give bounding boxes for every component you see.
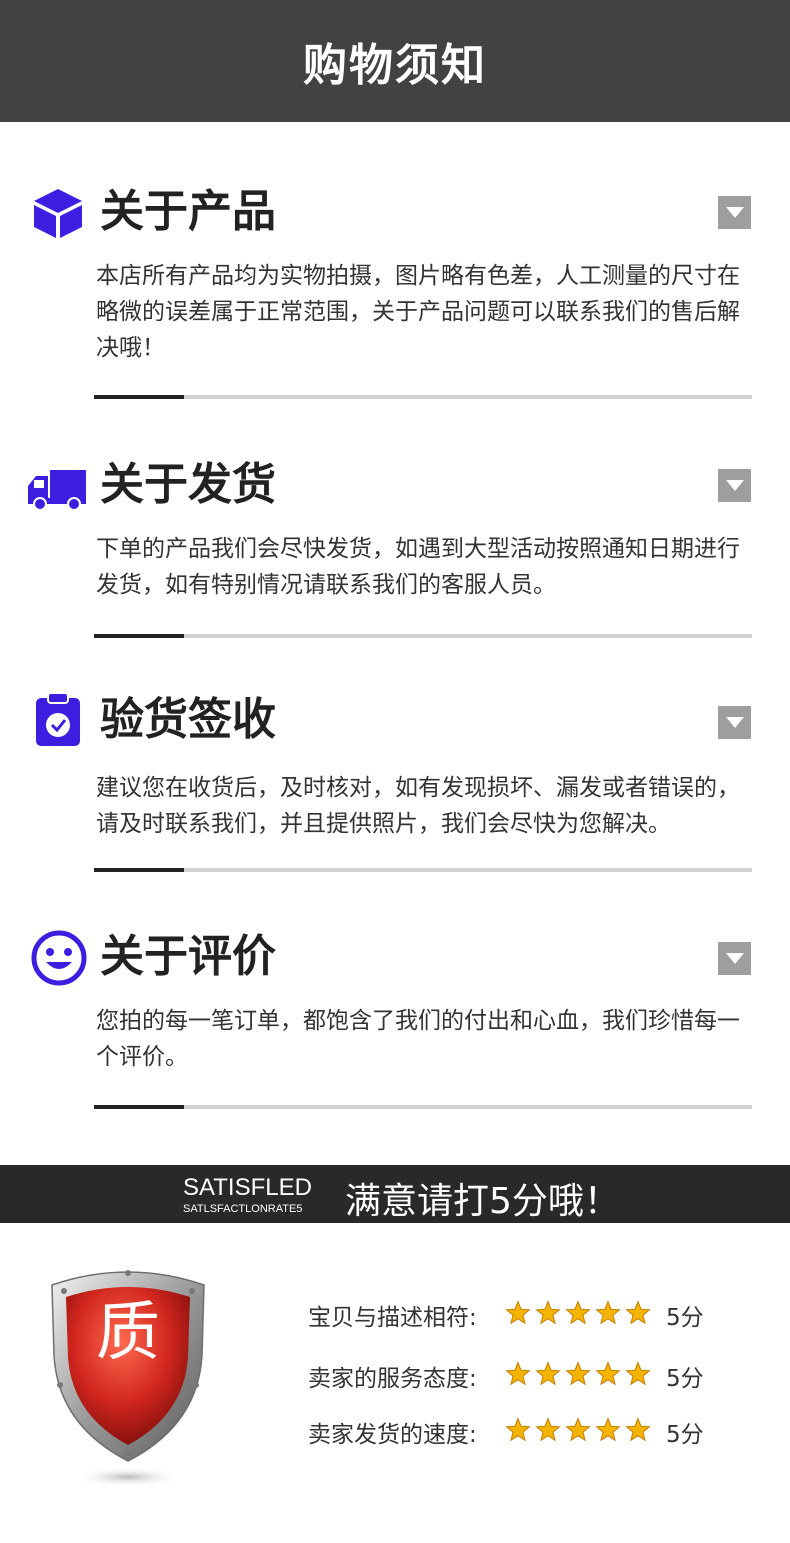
- star-icon: [595, 1361, 621, 1386]
- star-icon: [565, 1361, 591, 1386]
- star-icon: [535, 1300, 561, 1325]
- section-body: 下单的产品我们会尽快发货，如遇到大型活动按照通知日期进行发货，如有特别情况请联系…: [96, 536, 740, 598]
- five-star-rating-icon: [506, 1417, 651, 1442]
- shield-label: 质: [96, 1296, 160, 1370]
- star-icon: [506, 1417, 531, 1442]
- smiley-face-icon: [31, 930, 87, 986]
- star-icon: [506, 1361, 531, 1386]
- star-icon: [595, 1300, 621, 1325]
- section-divider: [94, 1105, 752, 1109]
- section-title: 关于产品: [100, 186, 276, 237]
- section-divider: [94, 634, 752, 638]
- rating-score: 5分: [666, 1305, 704, 1331]
- delivery-truck-icon: [28, 470, 86, 511]
- triangle-down-icon: [725, 480, 744, 491]
- triangle-down-icon: [725, 207, 744, 218]
- banner-en-subtitle: SATLSFACTLONRATE5: [183, 1203, 303, 1215]
- star-icon: [625, 1417, 651, 1442]
- rating-row-service: 卖家的服务态度: 5分: [308, 1359, 748, 1392]
- section-about-product: 关于产品 本店所有产品均为实物拍摄，图片略有色差，人工测量的尺寸在略微的误差属于…: [0, 180, 790, 402]
- section-expand-toggle[interactable]: [718, 469, 751, 502]
- rating-label: 卖家发货的速度:: [308, 1422, 477, 1448]
- section-body: 您拍的每一笔订单，都饱含了我们的付出和心血，我们珍惜每一个评价。: [96, 1008, 740, 1070]
- section-expand-toggle[interactable]: [718, 196, 751, 229]
- star-icon: [535, 1361, 561, 1386]
- section-body: 本店所有产品均为实物拍摄，图片略有色差，人工测量的尺寸在略微的误差属于正常范围，…: [96, 263, 740, 361]
- star-icon: [506, 1300, 531, 1325]
- page-title: 购物须知: [303, 40, 487, 91]
- section-divider: [94, 395, 752, 399]
- satisfaction-banner: SATISFLED SATLSFACTLONRATE5 满意请打5分哦！: [0, 1165, 790, 1223]
- star-icon: [535, 1417, 561, 1442]
- page-header: 购物须知: [0, 0, 790, 122]
- triangle-down-icon: [725, 717, 744, 728]
- rating-score: 5分: [666, 1422, 704, 1448]
- rating-label: 卖家的服务态度:: [308, 1366, 477, 1392]
- banner-en-title: SATISFLED: [183, 1174, 312, 1201]
- five-star-rating-icon: [506, 1300, 651, 1325]
- rating-score: 5分: [666, 1366, 704, 1392]
- box-icon: [34, 189, 82, 238]
- section-inspect-receipt: 验货签收 建议您在收货后，及时核对，如有发现损坏、漏发或者错误的，请及时联系我们…: [0, 690, 790, 875]
- banner-cn-text: 满意请打5分哦！: [345, 1181, 620, 1222]
- section-title: 关于发货: [100, 459, 276, 510]
- star-icon: [565, 1417, 591, 1442]
- five-star-rating-icon: [506, 1361, 651, 1386]
- section-expand-toggle[interactable]: [718, 706, 751, 739]
- section-expand-toggle[interactable]: [718, 942, 751, 975]
- clipboard-check-icon: [36, 692, 80, 746]
- rating-label: 宝贝与描述相符:: [308, 1305, 477, 1331]
- section-about-shipping: 关于发货 下单的产品我们会尽快发货，如遇到大型活动按照通知日期进行发货，如有特别…: [0, 455, 790, 641]
- rating-row-description: 宝贝与描述相符: 5分: [308, 1298, 748, 1331]
- star-icon: [625, 1361, 651, 1386]
- triangle-down-icon: [725, 953, 744, 964]
- star-icon: [625, 1300, 651, 1325]
- section-divider: [94, 868, 752, 872]
- rating-row-shipping-speed: 卖家发货的速度: 5分: [308, 1415, 748, 1448]
- section-body: 建议您在收货后，及时核对，如有发现损坏、漏发或者错误的，请及时联系我们，并且提供…: [96, 775, 740, 837]
- section-about-review: 关于评价 您拍的每一笔订单，都饱含了我们的付出和心血，我们珍惜每一个评价。: [0, 927, 790, 1112]
- star-icon: [595, 1417, 621, 1442]
- star-icon: [565, 1300, 591, 1325]
- section-title: 关于评价: [100, 931, 276, 982]
- section-title: 验货签收: [100, 694, 276, 745]
